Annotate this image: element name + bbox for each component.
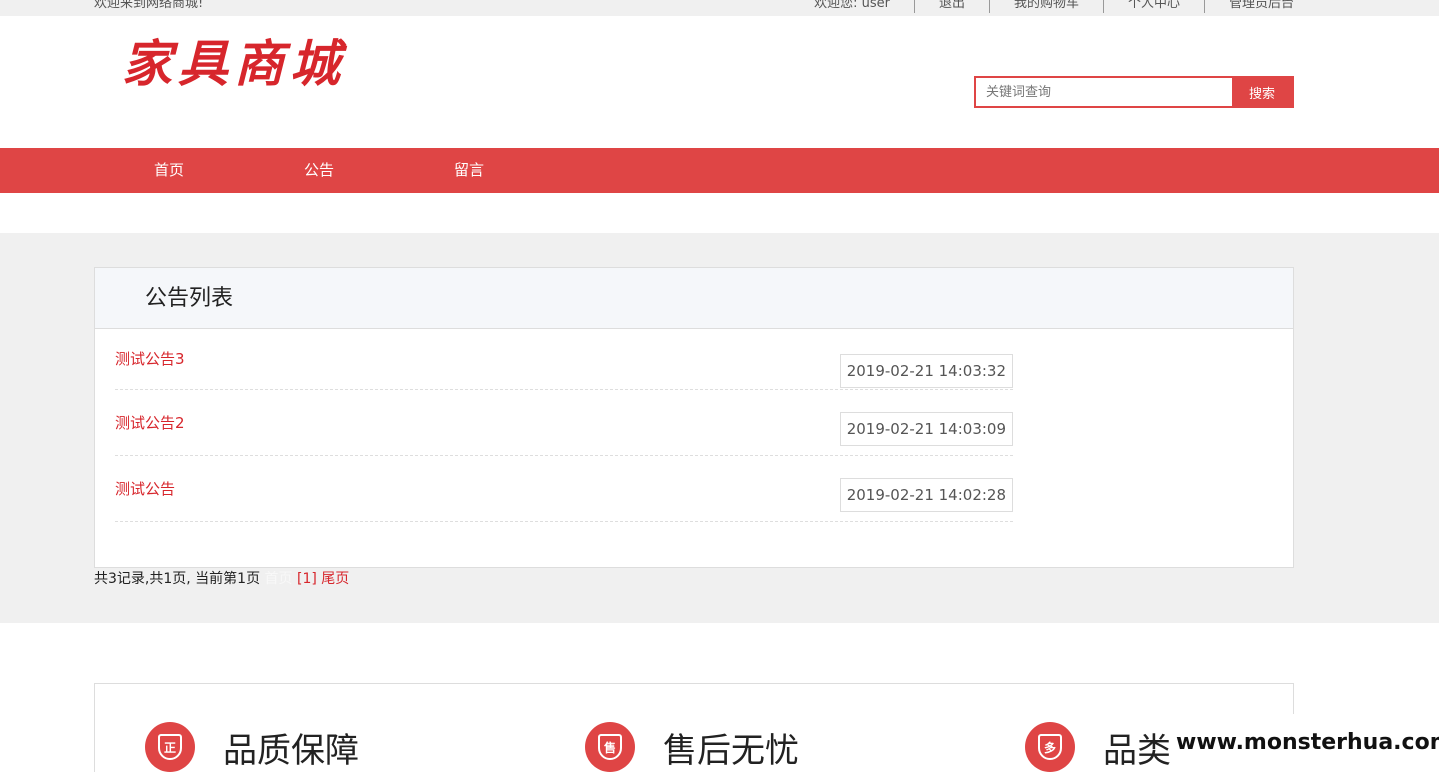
content-area: 公告列表 测试公告3 2019-02-21 14:03:32 测试公告2 201… <box>0 233 1439 623</box>
notice-time: 2019-02-21 14:03:32 <box>839 354 1013 388</box>
site-logo[interactable]: 家具商城 <box>122 32 346 96</box>
page-1-link[interactable]: [1] <box>297 571 317 587</box>
feature-label: 品类 <box>1103 730 1171 771</box>
feature-quality: 正 品质保障 <box>145 722 359 772</box>
notice-title-link[interactable]: 测试公告 <box>115 478 175 499</box>
top-links: 欢迎您: user 退出 我的购物车 个人中心 管理员后台 <box>814 0 1294 13</box>
feature-aftersale: 售 售后无忧 <box>585 722 799 772</box>
admin-link[interactable]: 管理员后台 <box>1203 0 1294 13</box>
cart-link[interactable]: 我的购物车 <box>988 0 1103 13</box>
header: 家具商城 搜索 <box>0 16 1439 148</box>
pagination-summary: 共3记录,共1页, 当前第1页 <box>94 571 261 587</box>
pagination: 共3记录,共1页, 当前第1页 首页 [1] 尾页 <box>94 570 349 588</box>
main-nav: 首页 公告 留言 <box>0 148 1439 193</box>
panel-header: 公告列表 <box>95 268 1293 329</box>
first-page-link[interactable]: 首页 <box>265 571 293 587</box>
logout-link[interactable]: 退出 <box>913 0 989 13</box>
nav-item-notice[interactable]: 公告 <box>244 148 394 193</box>
nav-item-message[interactable]: 留言 <box>394 148 544 193</box>
notice-title-link[interactable]: 测试公告3 <box>115 348 185 369</box>
list-item: 测试公告 2019-02-21 14:02:28 <box>115 456 1013 522</box>
search-button[interactable]: 搜索 <box>1232 78 1292 106</box>
search-input[interactable] <box>976 78 1232 106</box>
feature-label: 售后无忧 <box>663 730 799 771</box>
notice-time: 2019-02-21 14:02:28 <box>839 478 1013 512</box>
feature-strip: 正 品质保障 售 售后无忧 多 品类 <box>94 683 1294 772</box>
shield-icon: 多 <box>1025 722 1075 772</box>
nav-item-home[interactable]: 首页 <box>94 148 244 193</box>
panel-title: 公告列表 <box>145 286 234 311</box>
search-box: 搜索 <box>974 76 1294 108</box>
last-page-link[interactable]: 尾页 <box>321 571 349 587</box>
welcome-user-link[interactable]: 欢迎您: user <box>814 0 914 13</box>
notice-list: 测试公告3 2019-02-21 14:03:32 测试公告2 2019-02-… <box>115 348 1013 522</box>
notice-time: 2019-02-21 14:03:09 <box>839 412 1013 446</box>
top-bar: 欢迎来到网络商城! 欢迎您: user 退出 我的购物车 个人中心 管理员后台 <box>0 0 1439 16</box>
list-item: 测试公告3 2019-02-21 14:03:32 <box>115 336 1013 390</box>
notice-title-link[interactable]: 测试公告2 <box>115 412 185 433</box>
feature-variety: 多 品类 <box>1025 722 1171 772</box>
shield-icon: 正 <box>145 722 195 772</box>
feature-label: 品质保障 <box>223 730 359 771</box>
watermark: www.monsterhua.com <box>1176 714 1439 772</box>
profile-link[interactable]: 个人中心 <box>1102 0 1204 13</box>
shield-icon: 售 <box>585 722 635 772</box>
notice-panel: 公告列表 测试公告3 2019-02-21 14:03:32 测试公告2 201… <box>94 267 1294 568</box>
list-item: 测试公告2 2019-02-21 14:03:09 <box>115 390 1013 456</box>
welcome-text: 欢迎来到网络商城! <box>94 0 204 11</box>
